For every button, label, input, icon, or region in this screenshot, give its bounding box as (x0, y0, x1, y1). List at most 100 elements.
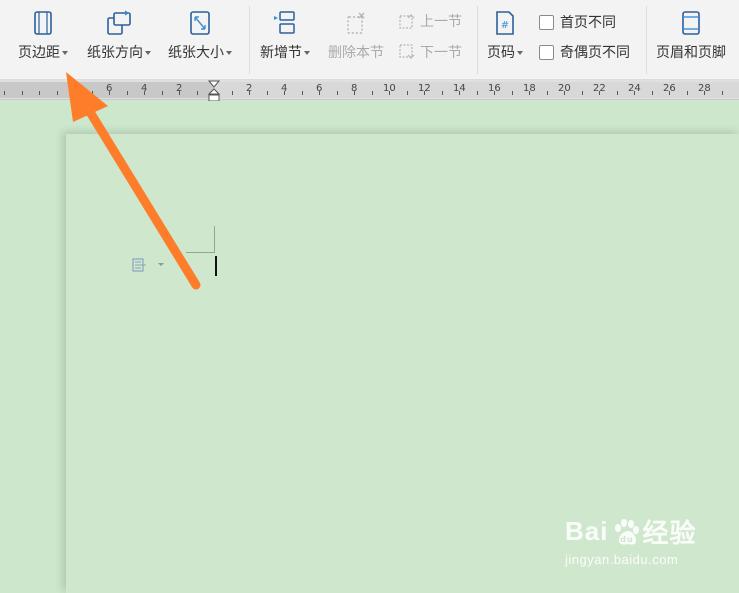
ruler-tick (634, 91, 635, 95)
ruler-tick (232, 91, 233, 95)
horizontal-ruler[interactable]: 6 4 2 2 4 6 8 10 12 14 16 18 20 22 24 26 28 (0, 80, 739, 100)
delete-section-icon (343, 10, 369, 36)
paper-size-button[interactable]: 纸张大小 (168, 10, 232, 72)
ruler-tick (599, 91, 600, 95)
ruler-tick (459, 91, 460, 95)
ruler-tick (249, 91, 250, 95)
toolbar-divider (249, 6, 250, 74)
new-section-dropdown-icon (304, 51, 310, 56)
paper-size-icon (187, 10, 213, 36)
ruler-tick (162, 91, 163, 95)
next-section-label: 下一节 (420, 44, 462, 60)
odd-even-checkbox-box[interactable] (539, 44, 554, 60)
ruler-tick (512, 91, 513, 95)
page-number-dropdown-icon (517, 51, 523, 56)
paragraph-layout-button[interactable] (132, 258, 166, 272)
text-cursor (215, 256, 217, 276)
ruler-tick (617, 91, 618, 95)
ruler-tick (144, 91, 145, 95)
ruler-tick (267, 91, 268, 95)
margins-button[interactable]: 页边距 (18, 10, 68, 72)
margins-icon (30, 10, 56, 36)
ruler-tick (547, 91, 548, 95)
new-section-button[interactable]: 新增节 (260, 10, 310, 72)
new-section-label: 新增节 (260, 44, 302, 60)
toolbar-divider (646, 6, 647, 74)
orientation-label: 纸张方向 (87, 44, 143, 60)
ruler-text-area (214, 82, 739, 98)
paper-size-label: 纸张大小 (168, 44, 224, 60)
page-number-button[interactable]: # 页码 (487, 10, 523, 72)
ruler-tick (372, 91, 373, 95)
margins-dropdown-icon (62, 51, 68, 56)
paper-size-dropdown-icon (226, 51, 232, 56)
indent-marker-icon[interactable] (208, 80, 220, 102)
paragraph-layout-icon (132, 258, 146, 272)
ruler-tick (302, 91, 303, 95)
ruler-tick (407, 91, 408, 95)
first-page-checkbox-box[interactable] (539, 14, 554, 30)
ruler-tick (389, 91, 390, 95)
ruler-tick (39, 91, 40, 95)
ruler-tick (494, 91, 495, 95)
margin-corner-mark (214, 226, 215, 253)
baidu-watermark: Bai du 经验 jingyan.baidu.com (565, 513, 696, 567)
ruler-tick (582, 91, 583, 95)
word-processor-window: 页边距 纸张方向 纸张大小 新增节 删除本节 上一节 下一节 # 页码 首页不同… (0, 0, 739, 593)
watermark-url: jingyan.baidu.com (565, 552, 679, 567)
paragraph-dropdown-icon (158, 263, 164, 266)
ruler-tick (687, 91, 688, 95)
ruler-tick (652, 91, 653, 95)
first-page-different-checkbox[interactable]: 首页不同 (539, 12, 616, 32)
ruler-tick (127, 91, 128, 95)
next-section-button[interactable]: 下一节 (399, 44, 462, 60)
new-section-icon (272, 10, 298, 36)
orientation-dropdown-icon (145, 51, 151, 56)
ruler-tick (92, 91, 93, 95)
ruler-tick (284, 91, 285, 95)
ruler-tick (424, 91, 425, 95)
header-footer-button[interactable]: 页眉和页脚 (656, 10, 726, 72)
first-page-different-label: 首页不同 (560, 14, 616, 30)
ruler-tick (669, 91, 670, 95)
margins-label: 页边距 (18, 44, 60, 60)
ruler-tick (564, 91, 565, 95)
ruler-tick (197, 91, 198, 95)
page-number-icon: # (492, 10, 518, 36)
ruler-tick (74, 91, 75, 95)
ruler-tick (354, 91, 355, 95)
header-footer-icon (678, 10, 704, 36)
page-layout-ribbon: 页边距 纸张方向 纸张大小 新增节 删除本节 上一节 下一节 # 页码 首页不同… (0, 0, 739, 80)
odd-even-different-checkbox[interactable]: 奇偶页不同 (539, 42, 630, 62)
ruler-tick (442, 91, 443, 95)
previous-section-label: 上一节 (420, 13, 462, 29)
page-number-label: 页码 (487, 44, 515, 60)
svg-text:#: # (501, 20, 509, 31)
ruler-tick (704, 91, 705, 95)
delete-section-label: 删除本节 (328, 44, 384, 60)
header-footer-label: 页眉和页脚 (656, 44, 726, 60)
orientation-button[interactable]: 纸张方向 (87, 10, 151, 72)
ruler-tick (319, 91, 320, 95)
ruler-tick (529, 91, 530, 95)
ruler-tick (337, 91, 338, 95)
previous-section-button[interactable]: 上一节 (399, 13, 462, 29)
ruler-tick (109, 91, 110, 95)
ruler-tick (57, 91, 58, 95)
toolbar-divider (477, 6, 478, 74)
watermark-brand-left: Bai (565, 516, 609, 546)
margin-corner-mark (186, 252, 215, 253)
ruler-tick (477, 91, 478, 95)
ruler-tick (4, 91, 5, 95)
paw-logo-icon: du (615, 518, 640, 545)
orientation-icon (106, 10, 132, 36)
odd-even-different-label: 奇偶页不同 (560, 44, 630, 60)
watermark-brand-right: 经验 (642, 518, 697, 548)
ruler-tick (22, 91, 23, 95)
previous-section-icon (399, 14, 415, 29)
svg-text:du: du (621, 535, 634, 544)
delete-section-button[interactable]: 删除本节 (328, 10, 384, 72)
next-section-icon (399, 44, 415, 59)
ruler-tick (722, 91, 723, 95)
ruler-tick (179, 91, 180, 95)
